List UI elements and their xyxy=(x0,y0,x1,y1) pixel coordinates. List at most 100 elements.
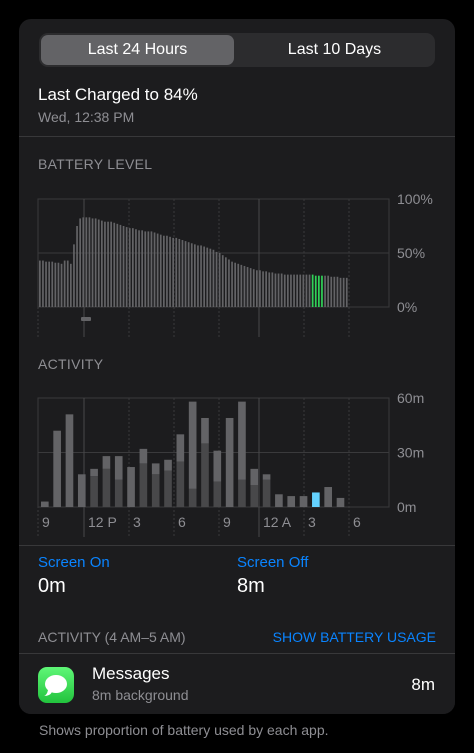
battery-bar xyxy=(318,275,320,307)
tab-last-10-days[interactable]: Last 10 Days xyxy=(238,35,431,65)
battery-bar xyxy=(194,244,196,307)
activity-bar-screen-on xyxy=(225,417,234,507)
divider xyxy=(19,545,455,546)
battery-bar xyxy=(333,276,336,307)
battery-bar xyxy=(330,276,333,307)
activity-bar-screen-off xyxy=(250,485,259,507)
activity-bar-screen-on xyxy=(151,463,160,475)
battery-bar xyxy=(91,218,94,307)
battery-bar xyxy=(132,228,134,307)
y-tick-label: 30m xyxy=(397,445,424,461)
activity-bar-screen-off xyxy=(188,488,197,507)
battery-bar xyxy=(82,217,85,307)
activity-bar-screen-off xyxy=(90,476,98,507)
battery-bar xyxy=(190,243,193,307)
x-tick-label: 12 A xyxy=(263,338,292,339)
app-usage-row[interactable]: Messages 8m background 8m xyxy=(19,653,455,714)
activity-bar-screen-off xyxy=(312,492,320,507)
activity-bar-screen-on xyxy=(139,448,148,464)
battery-bar xyxy=(324,275,326,307)
usage-period-header: ACTIVITY (4 AM–5 AM) xyxy=(38,629,186,645)
show-battery-usage-link[interactable]: SHOW BATTERY USAGE xyxy=(273,629,436,645)
app-time: 8m xyxy=(411,675,435,694)
activity-bar-screen-on xyxy=(238,401,246,480)
tab-last-24-hours[interactable]: Last 24 Hours xyxy=(41,35,234,65)
battery-bar xyxy=(66,260,69,307)
battery-level-chart[interactable]: 100% 50% 0% 9 12 P 3 6 9 12 A 3 6 xyxy=(19,169,455,339)
battery-bar xyxy=(169,236,171,307)
battery-bar xyxy=(119,224,122,307)
battery-bar xyxy=(290,274,292,307)
battery-bar xyxy=(249,268,252,307)
x-tick-label: 6 xyxy=(178,338,186,339)
battery-bar xyxy=(88,217,91,307)
activity-bar-screen-off xyxy=(151,474,160,507)
battery-bar xyxy=(42,260,44,307)
battery-bar xyxy=(252,269,255,307)
screen-on-value: 0m xyxy=(38,575,66,597)
battery-bar xyxy=(128,228,131,307)
activity-bar-screen-on xyxy=(65,414,74,507)
battery-bar xyxy=(246,267,249,307)
messages-app-icon xyxy=(38,667,74,703)
battery-bar xyxy=(147,231,150,307)
battery-bar xyxy=(116,223,119,307)
activity-bar-screen-on xyxy=(336,497,345,507)
battery-bar xyxy=(200,245,202,307)
y-tick-label: 0m xyxy=(397,499,416,515)
x-tick-label: 3 xyxy=(308,338,316,339)
last-charged-time: Wed, 12:38 PM xyxy=(38,109,135,125)
app-detail: 8m background xyxy=(92,687,189,703)
battery-bar xyxy=(271,272,274,307)
activity-bar-screen-on xyxy=(77,474,86,507)
battery-bar xyxy=(218,253,221,307)
app-name: Messages xyxy=(92,664,170,683)
battery-bar xyxy=(277,273,280,307)
battery-bar xyxy=(342,277,345,307)
activity-bar-screen-on xyxy=(102,456,111,469)
y-tick-label: 50% xyxy=(397,245,425,261)
battery-bar xyxy=(138,230,140,307)
battery-bar xyxy=(156,233,159,307)
x-tick-label: 6 xyxy=(178,514,186,530)
activity-bar-screen-off xyxy=(201,443,209,507)
activity-chart[interactable]: 60m 30m 0m 9 12 P 3 6 9 12 A 3 6 3 May 4 May xyxy=(19,369,455,541)
battery-bar xyxy=(107,221,109,307)
battery-bar xyxy=(187,242,190,307)
battery-bar xyxy=(215,251,218,307)
activity-bar-screen-off xyxy=(102,468,111,507)
battery-bar xyxy=(206,247,209,307)
battery-bar xyxy=(228,259,230,307)
battery-bar xyxy=(122,226,125,307)
activity-bar-screen-on xyxy=(299,496,308,507)
battery-bar xyxy=(327,275,330,307)
battery-bar xyxy=(240,264,243,307)
battery-bar xyxy=(166,235,168,307)
battery-bar xyxy=(287,274,289,307)
footnote: Shows proportion of battery used by each… xyxy=(39,722,329,738)
battery-bar xyxy=(203,246,206,307)
activity-bar-screen-on xyxy=(213,450,222,482)
activity-bar-screen-off xyxy=(238,479,246,507)
date-label: 3 May xyxy=(42,538,80,541)
battery-bar xyxy=(314,275,317,307)
battery-bar xyxy=(73,244,75,307)
battery-bar xyxy=(231,261,233,307)
activity-bar-screen-on xyxy=(250,468,259,486)
activity-bar-screen-on xyxy=(41,501,49,507)
battery-card: Last 24 Hours Last 10 Days Last Charged … xyxy=(19,19,455,714)
battery-bar xyxy=(97,219,100,307)
battery-bar xyxy=(125,227,128,307)
battery-bar xyxy=(48,261,51,307)
battery-bar xyxy=(305,274,308,307)
activity-bar-screen-on xyxy=(275,494,283,507)
battery-bar xyxy=(262,271,264,307)
battery-bar xyxy=(153,232,156,307)
battery-bar xyxy=(135,229,137,307)
battery-bar xyxy=(39,260,41,307)
x-tick-label: 12 P xyxy=(88,338,117,339)
battery-bar xyxy=(280,273,283,307)
battery-bar xyxy=(209,248,212,307)
activity-bar-screen-on xyxy=(287,496,296,507)
x-tick-label: 12 P xyxy=(88,514,117,530)
